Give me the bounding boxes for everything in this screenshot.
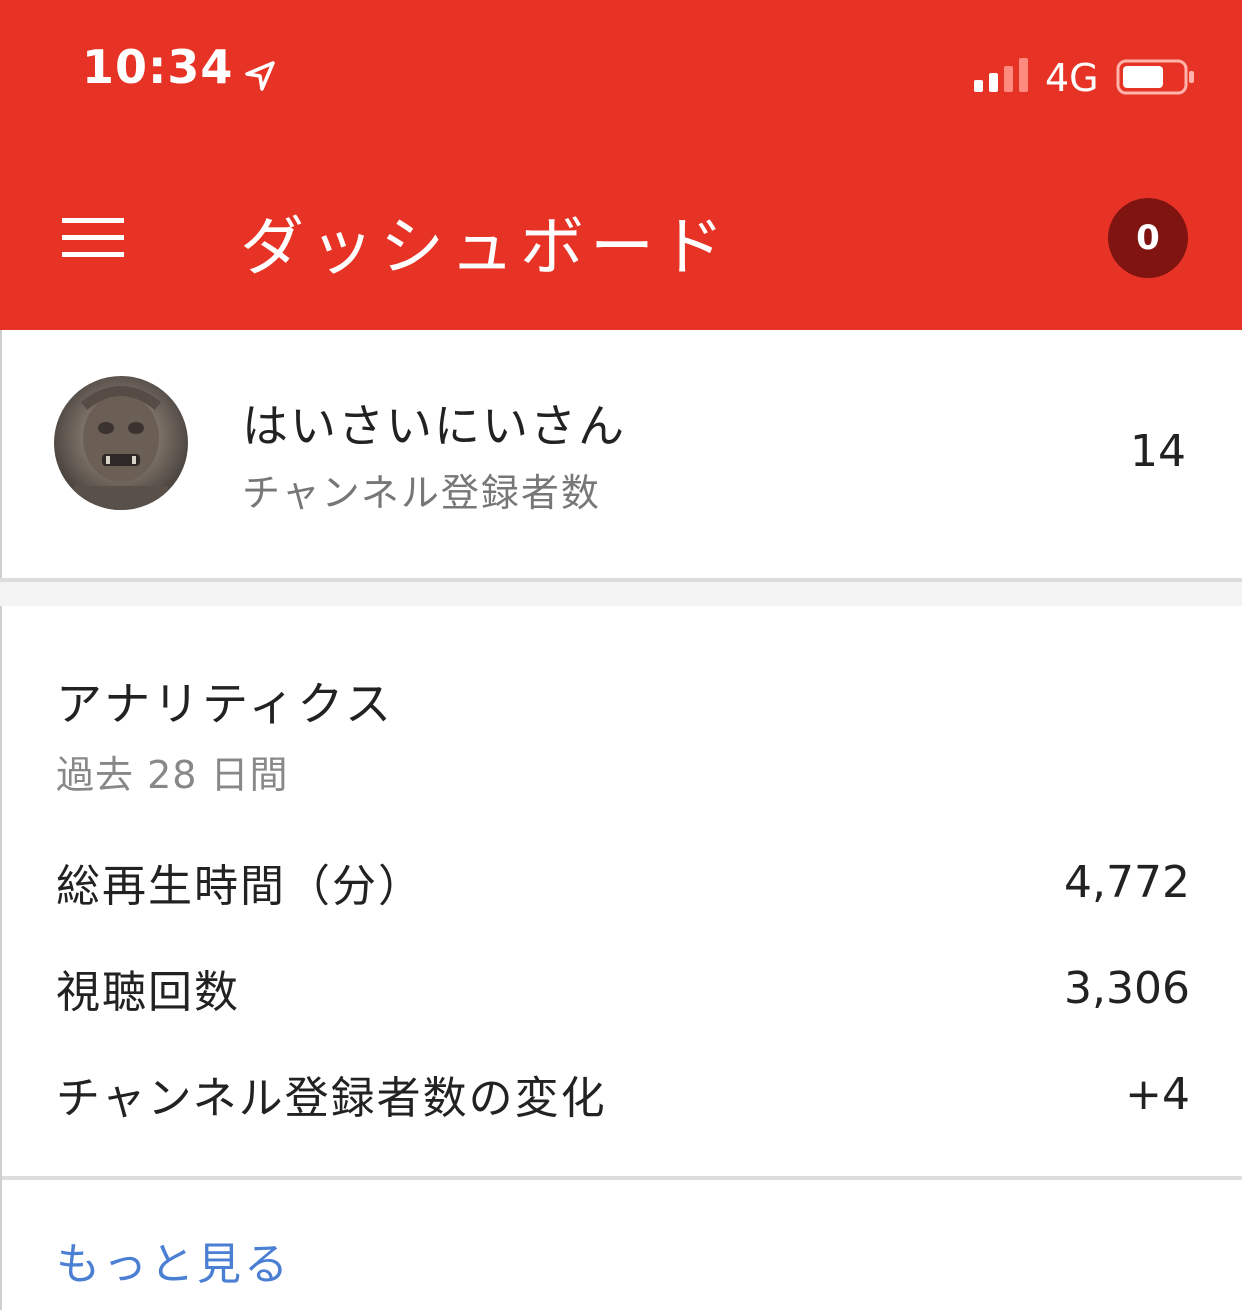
notification-badge[interactable]: 0: [1108, 198, 1188, 278]
metric-value: 3,306: [1064, 962, 1190, 1014]
status-time: 10:34: [82, 40, 277, 94]
metric-label: 視聴回数: [56, 967, 240, 1018]
analytics-period: 過去 28 日間: [56, 753, 289, 797]
signal-strength-icon: [974, 58, 1028, 92]
metric-row-subscriber-change: チャンネル登録者数の変化 +4: [56, 1064, 1190, 1125]
battery-icon: [1116, 59, 1194, 95]
metric-row-watch-time: 総再生時間（分） 4,772: [56, 852, 1190, 913]
network-type: 4G: [1045, 56, 1099, 100]
metric-label: チャンネル登録者数の変化: [56, 1073, 607, 1124]
section-gap: [0, 582, 1242, 606]
metric-value: +4: [1125, 1068, 1190, 1120]
hamburger-menu-icon[interactable]: [62, 216, 124, 260]
location-arrow-icon: [243, 50, 277, 91]
app-header: 10:34 4G ダッシュボード 0: [0, 0, 1242, 330]
channel-avatar: [54, 376, 188, 510]
metric-label: 総再生時間（分）: [56, 861, 424, 912]
status-time-text: 10:34: [82, 40, 234, 94]
analytics-card: アナリティクス 過去 28 日間 総再生時間（分） 4,772 視聴回数 3,3…: [0, 606, 1242, 1310]
analytics-divider: [2, 1176, 1242, 1180]
page-title: ダッシュボード: [240, 211, 730, 285]
metric-row-views: 視聴回数 3,306: [56, 958, 1190, 1019]
see-more-link[interactable]: もっと見る: [56, 1228, 291, 1292]
subscriber-label: チャンネル登録者数: [242, 471, 601, 515]
channel-name: はいさいにいさん: [242, 399, 626, 453]
metric-value: 4,772: [1064, 856, 1190, 908]
analytics-title: アナリティクス: [56, 677, 394, 731]
channel-card[interactable]: はいさいにいさん チャンネル登録者数 14: [0, 330, 1242, 578]
subscriber-count: 14: [1130, 426, 1186, 477]
